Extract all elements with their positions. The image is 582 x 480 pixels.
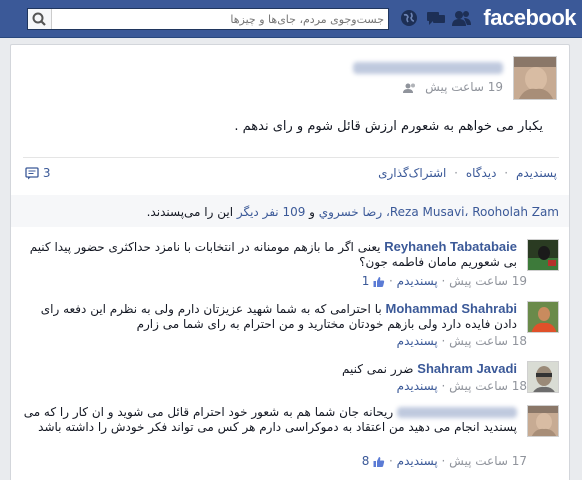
comment-meta: 17 ساعت پیش · پسندیدم · 8: [32, 454, 527, 468]
friend-requests-icon[interactable]: [452, 9, 472, 29]
commenter-name[interactable]: Reyhaneh Tabatabaie: [384, 239, 517, 254]
commenter-avatar[interactable]: [527, 301, 559, 333]
search-button[interactable]: [28, 9, 52, 29]
separator-dot: ·: [437, 274, 446, 288]
comment-like-link[interactable]: پسندیدم: [397, 454, 438, 468]
separator-dot: ·: [385, 274, 393, 288]
comment-time[interactable]: 17 ساعت پیش: [449, 454, 527, 468]
comment-body: Mohammad Shahrabi با احترامی که به شما ش…: [22, 301, 517, 332]
like-link[interactable]: پسندیدم: [516, 166, 557, 180]
separator-dot: ·: [437, 379, 446, 393]
comment-count[interactable]: 3: [25, 166, 50, 180]
commenter-name[interactable]: Shahram Javadi: [417, 361, 517, 376]
commenter-avatar[interactable]: [527, 405, 559, 437]
audience-friends-icon: [403, 83, 416, 93]
comment-body: ریحانه جان شما هم به شعور خود احترام قائ…: [22, 405, 517, 435]
search-input[interactable]: [54, 10, 384, 28]
globe-icon[interactable]: [400, 9, 420, 29]
comment-like-count[interactable]: 1: [362, 274, 385, 288]
separator-dot: ·: [385, 454, 393, 468]
comment-like-link[interactable]: پسندیدم: [397, 334, 438, 348]
search-icon: [32, 12, 46, 26]
comment-text: ضرر نمی کنیم: [341, 362, 414, 376]
post-actions: پسندیدم · دیدگاه · اشتراک‌گذاری: [378, 166, 557, 180]
likes-summary: Reza Musavi، Rooholah Zam، رضا خسروي و 1…: [19, 205, 559, 219]
comment-link[interactable]: دیدگاه: [466, 166, 497, 180]
separator-dot: ·: [437, 334, 446, 348]
poster-avatar[interactable]: [513, 56, 557, 100]
comment-time[interactable]: 19 ساعت پیش: [449, 274, 527, 288]
messages-icon[interactable]: [426, 9, 446, 29]
search-box: [27, 8, 389, 30]
comment-icon: [25, 167, 39, 180]
likes-tail: این را می‌پسندند.: [146, 205, 237, 219]
thumbs-up-icon: [373, 276, 385, 287]
separator-dot: ·: [437, 454, 446, 468]
post-text: یکبار می خواهم به شعورم ارزش قائل شوم و …: [234, 119, 543, 134]
comment-like-link[interactable]: پسندیدم: [397, 274, 438, 288]
commenter-avatar[interactable]: [527, 239, 559, 271]
post-meta: 19 ساعت پیش: [303, 80, 503, 94]
top-bar: facebook: [0, 0, 582, 38]
post-time[interactable]: 19 ساعت پیش: [425, 80, 503, 94]
comment-body: Reyhaneh Tabatabaie یعنی اگر ما بازهم مو…: [22, 239, 517, 270]
comment-time[interactable]: 18 ساعت پیش: [449, 334, 527, 348]
like-count-value: 1: [361, 274, 370, 288]
comment-like-link[interactable]: پسندیدم: [397, 379, 438, 393]
comment-meta: 18 ساعت پیش · پسندیدم: [32, 379, 527, 393]
comment-like-count[interactable]: 8: [362, 454, 385, 468]
likes-and: و: [305, 205, 319, 219]
comment-count-value: 3: [42, 166, 51, 180]
divider: [23, 157, 559, 158]
likers-names[interactable]: Reza Musavi، Rooholah Zam، رضا خسروي: [319, 205, 559, 219]
comment-meta: 19 ساعت پیش · پسندیدم · 1: [32, 274, 527, 288]
nav-icons: [400, 9, 480, 29]
commenter-name[interactable]: Mohammad Shahrabi: [386, 301, 517, 316]
like-count-value: 8: [361, 454, 370, 468]
commenter-avatar[interactable]: [527, 361, 559, 393]
separator-dot: ·: [454, 166, 458, 180]
thumbs-up-icon: [373, 456, 385, 467]
comment-meta: 18 ساعت پیش · پسندیدم: [32, 334, 527, 348]
post-card: 19 ساعت پیش یکبار می خواهم به شعورم ارزش…: [10, 44, 570, 480]
separator-dot: ·: [504, 166, 509, 180]
facebook-logo[interactable]: facebook: [483, 5, 576, 31]
share-link[interactable]: اشتراک‌گذاری: [378, 166, 446, 180]
comment-time[interactable]: 18 ساعت پیش: [449, 379, 527, 393]
likes-others-link[interactable]: 109 نفر دیگر: [237, 205, 306, 219]
poster-name-redacted[interactable]: [353, 62, 503, 74]
commenter-name-redacted[interactable]: [397, 407, 517, 418]
comment-body: Shahram Javadi ضرر نمی کنیم: [22, 361, 517, 377]
